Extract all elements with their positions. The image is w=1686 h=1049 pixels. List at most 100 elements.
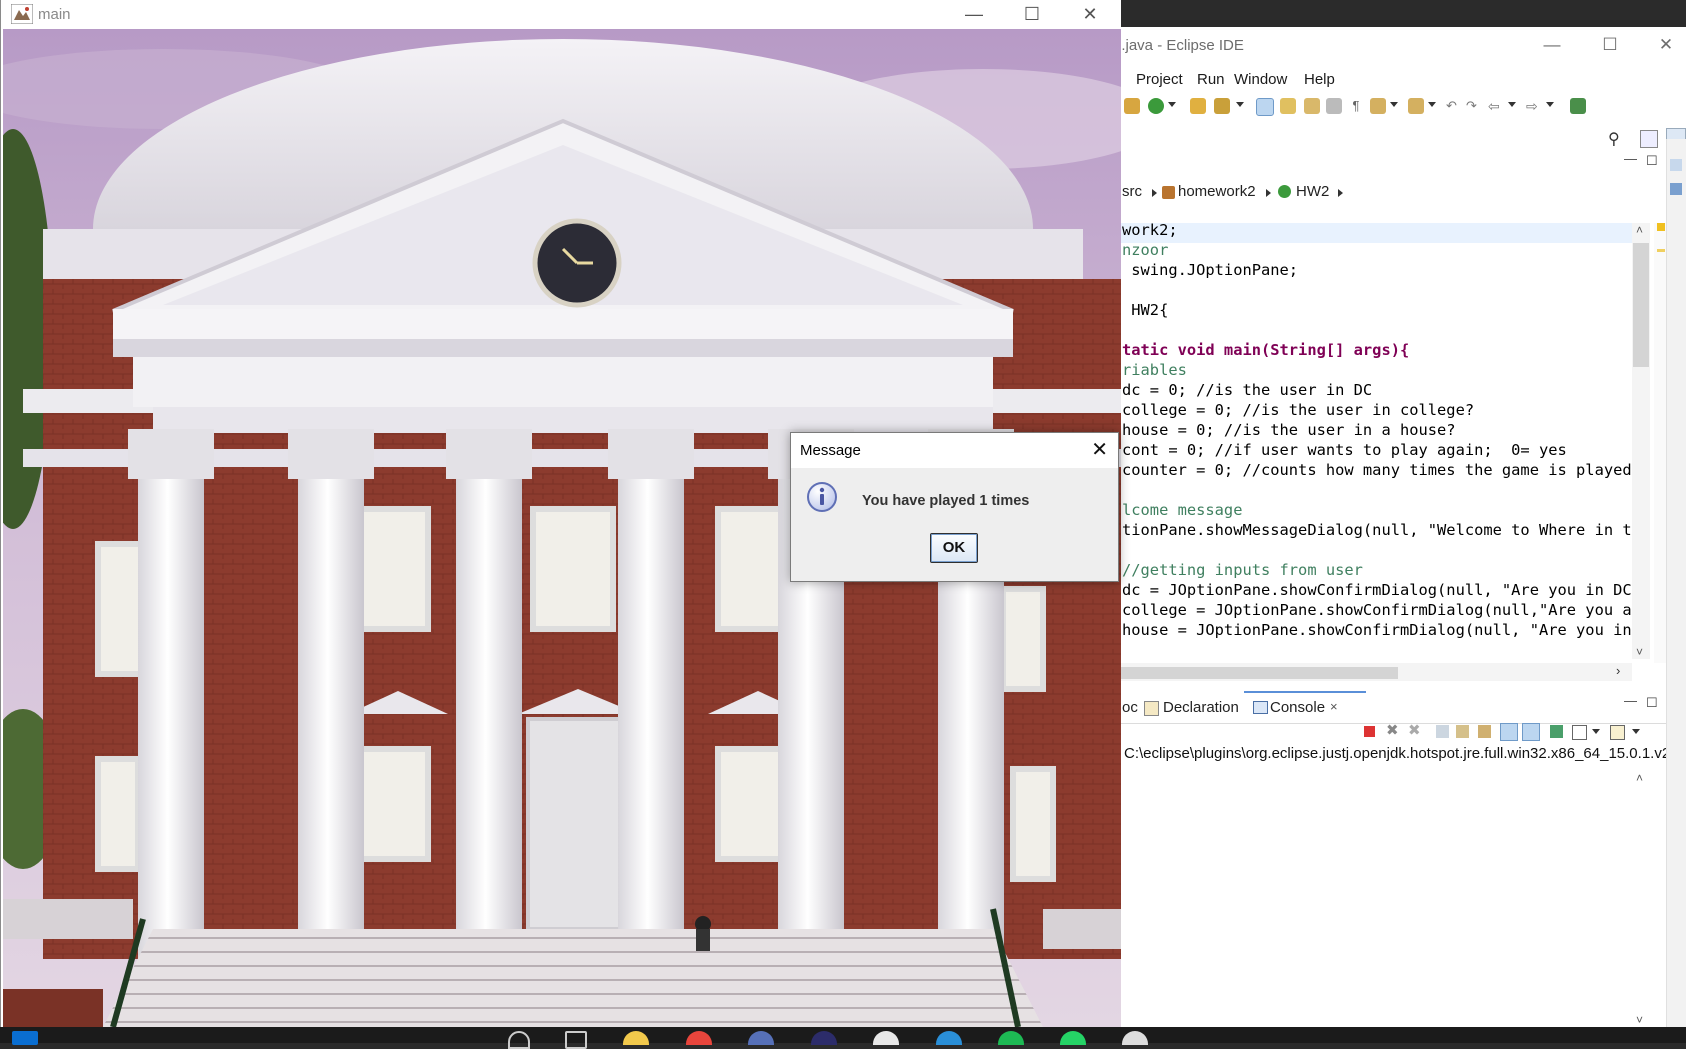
- word-wrap-icon[interactable]: [1326, 98, 1342, 114]
- clear-console-icon[interactable]: [1456, 725, 1469, 738]
- word-wrap-console-icon[interactable]: [1478, 725, 1491, 738]
- breadcrumb-class[interactable]: HW2: [1296, 183, 1329, 200]
- dialog-message: You have played 1 times: [862, 493, 1030, 509]
- scroll-down-icon[interactable]: ˅: [1636, 645, 1643, 659]
- eclipse-toolbar: ¶ ↶ ↷ ⇦ ⇨: [1120, 89, 1686, 125]
- panel-maximize-icon[interactable]: ☐: [1646, 695, 1658, 711]
- console-scroll-down-icon[interactable]: ˅: [1636, 1013, 1643, 1027]
- last-edit-icon[interactable]: ↶: [1446, 98, 1462, 114]
- task-manager-icon[interactable]: [565, 1031, 587, 1049]
- editor-maximize-icon[interactable]: ☐: [1646, 153, 1658, 169]
- scroll-right-icon[interactable]: ›: [1616, 663, 1620, 678]
- code-line: swing.JOptionPane;: [1122, 261, 1299, 279]
- eclipse-minimize-icon[interactable]: —: [1532, 31, 1572, 59]
- remove-launch-icon[interactable]: ✖: [1386, 721, 1399, 739]
- scroll-lock-icon[interactable]: [1436, 725, 1449, 738]
- outline-icon[interactable]: [1670, 183, 1682, 195]
- dialog-titlebar: Message ✕: [791, 433, 1118, 468]
- pilcrow-icon[interactable]: ¶: [1348, 98, 1364, 114]
- editor-horizontal-scroll-thumb[interactable]: [1120, 667, 1398, 679]
- breadcrumb-arrow-icon: [1152, 189, 1157, 197]
- right-trim-strip: [1666, 139, 1686, 1039]
- prev-annotation-icon[interactable]: [1408, 98, 1424, 114]
- block-selection-icon[interactable]: [1304, 98, 1320, 114]
- tab-console[interactable]: Console: [1270, 699, 1325, 716]
- code-line: work2;: [1122, 221, 1178, 239]
- occurrence-marker-icon[interactable]: [1657, 249, 1665, 252]
- close-icon[interactable]: ✕: [1091, 439, 1108, 461]
- display-console-icon[interactable]: [1572, 725, 1587, 740]
- pin-console-icon[interactable]: [1550, 725, 1563, 738]
- task-view-icon[interactable]: [508, 1031, 530, 1049]
- breadcrumb-package[interactable]: homework2: [1178, 183, 1256, 200]
- main-minimize-icon[interactable]: —: [945, 0, 1003, 29]
- trim-icon[interactable]: [1670, 159, 1682, 171]
- tab-javadoc[interactable]: oc: [1122, 699, 1138, 716]
- code-line: tatic void main(String[] args){: [1122, 341, 1410, 359]
- panel-minimize-icon[interactable]: —: [1624, 693, 1637, 708]
- next-annotation-dropdown-icon[interactable]: [1390, 102, 1398, 107]
- open-console-dropdown-icon[interactable]: [1632, 729, 1640, 734]
- search-dropdown-icon[interactable]: [1236, 102, 1244, 107]
- terminate-icon[interactable]: [1364, 726, 1375, 737]
- back-icon[interactable]: ⇦: [1488, 98, 1504, 114]
- tab-declaration[interactable]: Declaration: [1163, 699, 1239, 716]
- breadcrumb-arrow-icon: [1266, 189, 1271, 197]
- ok-button[interactable]: OK: [930, 533, 978, 563]
- mark-occurrences-icon[interactable]: [1280, 98, 1296, 114]
- main-close-icon[interactable]: ✕: [1061, 0, 1119, 29]
- prev-annotation-dropdown-icon[interactable]: [1428, 102, 1436, 107]
- breadcrumb-src[interactable]: src: [1122, 183, 1142, 200]
- toggle-highlight-icon[interactable]: [1256, 98, 1274, 116]
- dialog-title: Message: [800, 442, 861, 459]
- forward-edit-icon[interactable]: ↷: [1466, 98, 1482, 114]
- main-maximize-icon[interactable]: ☐: [1003, 0, 1061, 29]
- bottom-panel-tabs: oc Declaration Console × — ☐: [1120, 693, 1666, 724]
- menu-help[interactable]: Help: [1304, 71, 1335, 88]
- editor-minimize-icon[interactable]: —: [1624, 151, 1637, 166]
- code-line: house = JOptionPane.showConfirmDialog(nu…: [1122, 621, 1632, 639]
- search-icon[interactable]: ⚲: [1608, 129, 1620, 149]
- warning-marker-icon[interactable]: [1657, 223, 1665, 231]
- code-line: nzoor: [1122, 241, 1169, 259]
- code-line: college = JOptionPane.showConfirmDialog(…: [1122, 601, 1632, 619]
- code-editor[interactable]: work2; nzoor swing.JOptionPane; HW2{ tat…: [1120, 205, 1632, 657]
- scroll-up-icon[interactable]: ˄: [1636, 223, 1643, 237]
- taskbar: [0, 1027, 1686, 1049]
- search-tool-icon[interactable]: [1214, 98, 1230, 114]
- code-line: //getting inputs from user: [1122, 561, 1363, 579]
- code-line: tionPane.showMessageDialog(null, "Welcom…: [1122, 521, 1632, 539]
- console-scroll-up-icon[interactable]: ˄: [1636, 771, 1643, 785]
- show-on-error-icon[interactable]: [1522, 723, 1540, 741]
- run-icon[interactable]: [1148, 98, 1164, 114]
- open-console-icon[interactable]: [1610, 725, 1625, 740]
- code-line: house = 0; //is the user in a house?: [1122, 421, 1456, 439]
- next-annotation-icon[interactable]: [1370, 98, 1386, 114]
- menu-project[interactable]: Project: [1136, 71, 1183, 88]
- forward-dropdown-icon[interactable]: [1546, 102, 1554, 107]
- code-line: counter = 0; //counts how many times the…: [1122, 461, 1632, 479]
- eclipse-maximize-icon[interactable]: ☐: [1590, 31, 1630, 59]
- eclipse-close-icon[interactable]: ✕: [1646, 31, 1686, 59]
- code-line: lcome message: [1122, 501, 1243, 519]
- new-project-icon[interactable]: [1124, 98, 1140, 114]
- console-toolbar: ✖ ✖: [1120, 721, 1666, 745]
- code-line: dc = 0; //is the user in DC: [1122, 381, 1373, 399]
- open-type-icon[interactable]: [1190, 98, 1206, 114]
- open-perspective-icon[interactable]: [1640, 130, 1658, 148]
- menu-run[interactable]: Run: [1197, 71, 1225, 88]
- pin-editor-icon[interactable]: [1570, 98, 1586, 114]
- editor-header: — ☐: [1120, 151, 1666, 175]
- display-console-dropdown-icon[interactable]: [1592, 729, 1600, 734]
- run-dropdown-icon[interactable]: [1168, 102, 1176, 107]
- close-console-tab-icon[interactable]: ×: [1330, 699, 1338, 714]
- forward-icon[interactable]: ⇨: [1526, 98, 1542, 114]
- code-line: riables: [1122, 361, 1187, 379]
- back-dropdown-icon[interactable]: [1508, 102, 1516, 107]
- show-on-output-icon[interactable]: [1500, 723, 1518, 741]
- console-output[interactable]: [1120, 767, 1630, 1037]
- class-icon: [1278, 185, 1291, 198]
- menu-window[interactable]: Window: [1234, 71, 1287, 88]
- remove-all-icon[interactable]: ✖: [1408, 721, 1421, 739]
- editor-vertical-scroll-thumb[interactable]: [1633, 243, 1649, 367]
